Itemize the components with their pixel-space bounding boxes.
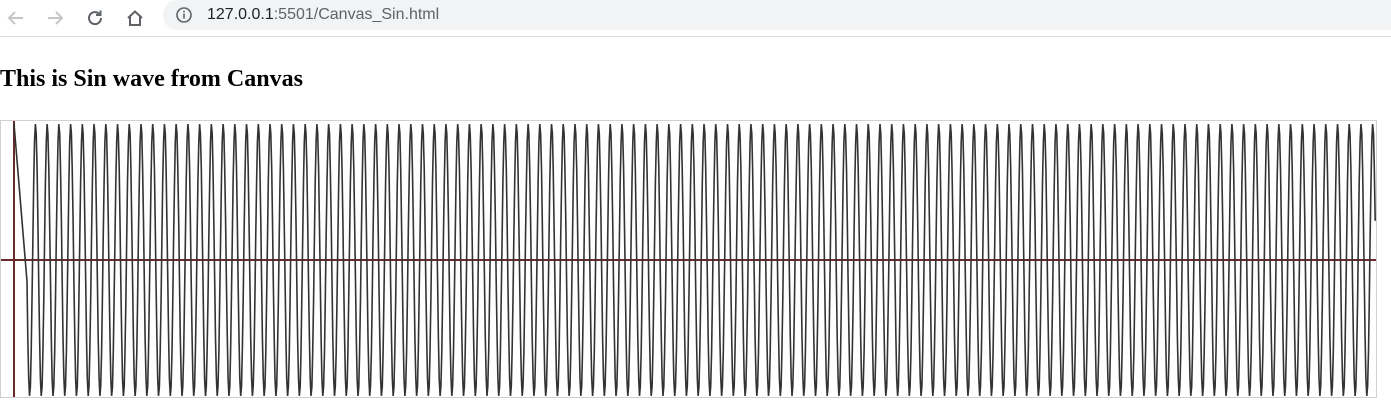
back-button[interactable] bbox=[2, 4, 30, 32]
sine-canvas bbox=[0, 120, 1377, 398]
address-bar[interactable]: 127.0.0.1:5501/Canvas_Sin.html bbox=[163, 0, 1391, 30]
sine-wave-drawing bbox=[1, 121, 1376, 397]
home-button[interactable] bbox=[121, 4, 149, 32]
info-icon[interactable] bbox=[175, 6, 193, 24]
url-text[interactable]: 127.0.0.1:5501/Canvas_Sin.html bbox=[207, 6, 439, 24]
back-arrow-icon bbox=[7, 11, 23, 25]
url-path: :5501/Canvas_Sin.html bbox=[273, 6, 440, 23]
home-icon bbox=[127, 10, 143, 26]
reload-button[interactable] bbox=[81, 4, 109, 32]
url-host: 127.0.0.1 bbox=[207, 6, 274, 23]
forward-arrow-icon bbox=[48, 11, 64, 25]
forward-button[interactable] bbox=[41, 4, 69, 32]
browser-toolbar: 127.0.0.1:5501/Canvas_Sin.html bbox=[0, 0, 1391, 37]
reload-icon bbox=[88, 10, 103, 26]
page-title: This is Sin wave from Canvas bbox=[0, 66, 303, 92]
